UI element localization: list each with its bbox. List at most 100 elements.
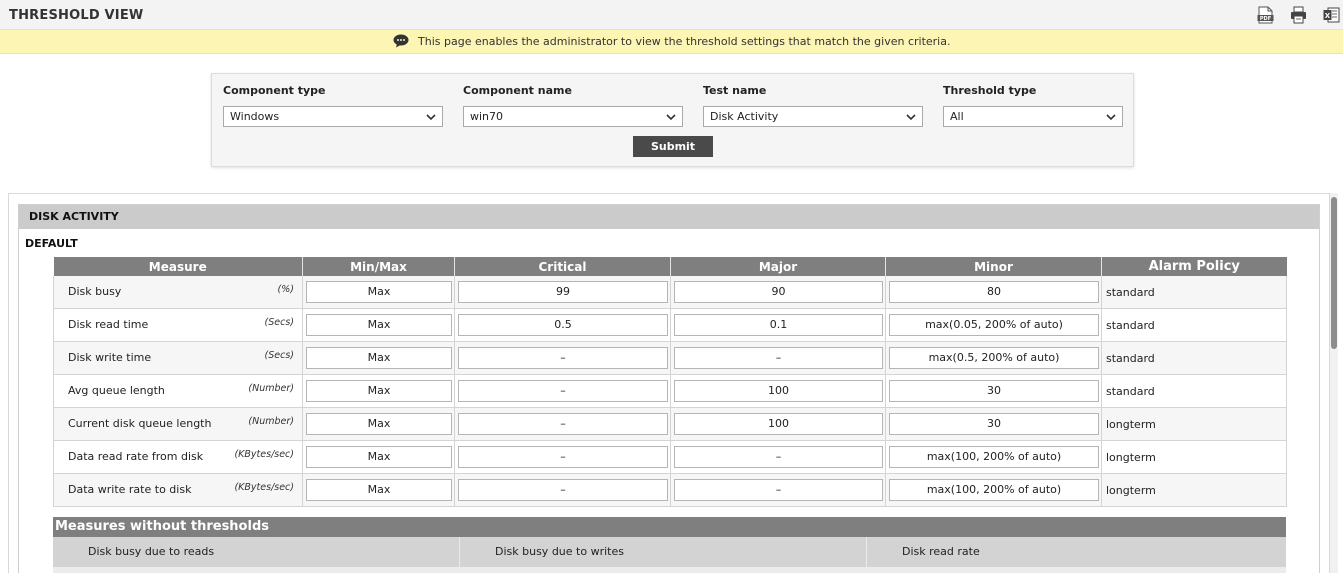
minor-value: 30 [889, 380, 1099, 402]
print-icon[interactable] [1290, 6, 1307, 24]
major-value: – [674, 446, 883, 468]
measure-unit: (KBytes/sec) [234, 449, 294, 460]
header-measure: Measure [53, 257, 303, 276]
minor-value: 80 [889, 281, 1099, 303]
minor-value: max(100, 200% of auto) [889, 446, 1099, 468]
measure-name: Avg queue length [68, 384, 165, 397]
alarm-policy: standard [1106, 285, 1155, 299]
measure-unit: (Secs) [264, 350, 294, 361]
measure-name: Current disk queue length [68, 417, 212, 430]
major-value: 0.1 [674, 314, 883, 336]
minmax-value: Max [306, 380, 452, 402]
measure-unit: (KBytes/sec) [234, 482, 294, 493]
excel-icon[interactable]: X [1323, 6, 1340, 24]
threshold-table: Measure Min/Max Critical Major Minor Ala… [53, 257, 1287, 507]
measures-without-thresholds-title: Measures without thresholds [55, 519, 269, 534]
alarm-policy: longterm [1106, 450, 1156, 464]
page-title: THRESHOLD VIEW [9, 8, 144, 23]
list-item: Disk busy due to writes [460, 537, 867, 567]
minmax-value: Max [306, 347, 452, 369]
header-minmax: Min/Max [302, 257, 455, 276]
minmax-value: Max [306, 314, 452, 336]
component-type-label: Component type [223, 84, 326, 97]
minor-value: max(100, 200% of auto) [889, 479, 1099, 501]
chevron-down-icon [906, 114, 916, 121]
header-minor: Minor [885, 257, 1102, 276]
section-title: DISK ACTIVITY [29, 210, 119, 223]
table-row: Avg queue length (Number) Max – 100 30 st… [53, 374, 1287, 408]
chevron-down-icon [426, 114, 436, 121]
info-message: This page enables the administrator to v… [418, 34, 951, 48]
component-name-value: win70 [470, 110, 504, 123]
critical-value: – [458, 380, 668, 402]
table-row: Current disk queue length (Number) Max – … [53, 407, 1287, 441]
threshold-type-label: Threshold type [943, 84, 1037, 97]
minor-value: max(0.5, 200% of auto) [889, 347, 1099, 369]
chevron-down-icon [1106, 114, 1116, 121]
major-value: 100 [674, 380, 883, 402]
vertical-scrollbar[interactable] [1330, 193, 1338, 573]
critical-value: 0.5 [458, 314, 668, 336]
pdf-icon[interactable]: PDF [1257, 6, 1274, 24]
measures-without-thresholds-row: Disk busy due to reads Disk busy due to … [53, 537, 1286, 567]
alarm-policy: standard [1106, 318, 1155, 332]
measure-name: Disk busy due to writes [495, 545, 624, 558]
svg-text:X: X [1325, 12, 1331, 20]
major-value: 90 [674, 281, 883, 303]
table-row: Disk write time (Secs) Max – – max(0.5, 2… [53, 341, 1287, 375]
component-type-select[interactable]: Windows [223, 106, 443, 127]
major-value: – [674, 479, 883, 501]
minmax-value: Max [306, 446, 452, 468]
filter-panel: Component type Windows Component name wi… [211, 73, 1134, 167]
submit-button[interactable]: Submit [633, 136, 713, 157]
measures-without-thresholds-header: Measures without thresholds [53, 517, 1286, 537]
measure-name: Disk busy [68, 285, 122, 298]
test-name-label: Test name [703, 84, 767, 97]
table-row: Data read rate from disk (KBytes/sec) Max… [53, 440, 1287, 474]
measure-name: Disk busy due to reads [88, 545, 215, 558]
measure-name: Disk read time [68, 318, 149, 331]
alarm-policy: longterm [1106, 483, 1156, 497]
table-header-row: Measure Min/Max Critical Major Minor Ala… [53, 257, 1287, 276]
measure-unit: (%) [277, 284, 294, 295]
component-type-group: Component type Windows [223, 84, 443, 127]
minmax-value: Max [306, 479, 452, 501]
component-name-label: Component name [463, 84, 572, 97]
top-bar: THRESHOLD VIEW PDF X [0, 0, 1343, 30]
threshold-type-value: All [950, 110, 964, 123]
threshold-type-group: Threshold type All [943, 84, 1123, 127]
measure-name: Disk write time [68, 351, 152, 364]
minmax-value: Max [306, 281, 452, 303]
measure-unit: (Number) [248, 416, 294, 427]
info-bar: This page enables the administrator to v… [0, 30, 1343, 54]
svg-text:PDF: PDF [1260, 16, 1271, 22]
measure-name: Data read rate from disk [68, 450, 204, 463]
minor-value: 30 [889, 413, 1099, 435]
table-row: Data write rate to disk (KBytes/sec) Max … [53, 473, 1287, 507]
component-type-value: Windows [230, 110, 280, 123]
scrollbar-thumb[interactable] [1331, 197, 1337, 349]
test-name-select[interactable]: Disk Activity [703, 106, 923, 127]
critical-value: – [458, 479, 668, 501]
measure-name: Data write rate to disk [68, 483, 192, 496]
component-name-select[interactable]: win70 [463, 106, 683, 127]
critical-value: 99 [458, 281, 668, 303]
alarm-policy: longterm [1106, 417, 1156, 431]
header-major: Major [670, 257, 886, 276]
list-item: Disk read rate [867, 537, 1286, 567]
header-critical: Critical [454, 257, 671, 276]
minmax-value: Max [306, 413, 452, 435]
measure-unit: (Number) [248, 383, 294, 394]
list-item: Disk busy due to reads [53, 537, 460, 567]
header-alarm-policy: Alarm Policy [1101, 257, 1287, 276]
test-name-value: Disk Activity [710, 110, 779, 123]
critical-value: – [458, 413, 668, 435]
threshold-type-select[interactable]: All [943, 106, 1123, 127]
measure-name: Disk read rate [902, 545, 980, 558]
major-value: – [674, 347, 883, 369]
section-header: DISK ACTIVITY [19, 205, 1319, 229]
major-value: 100 [674, 413, 883, 435]
chevron-down-icon [666, 114, 676, 121]
critical-value: – [458, 347, 668, 369]
measure-unit: (Secs) [264, 317, 294, 328]
